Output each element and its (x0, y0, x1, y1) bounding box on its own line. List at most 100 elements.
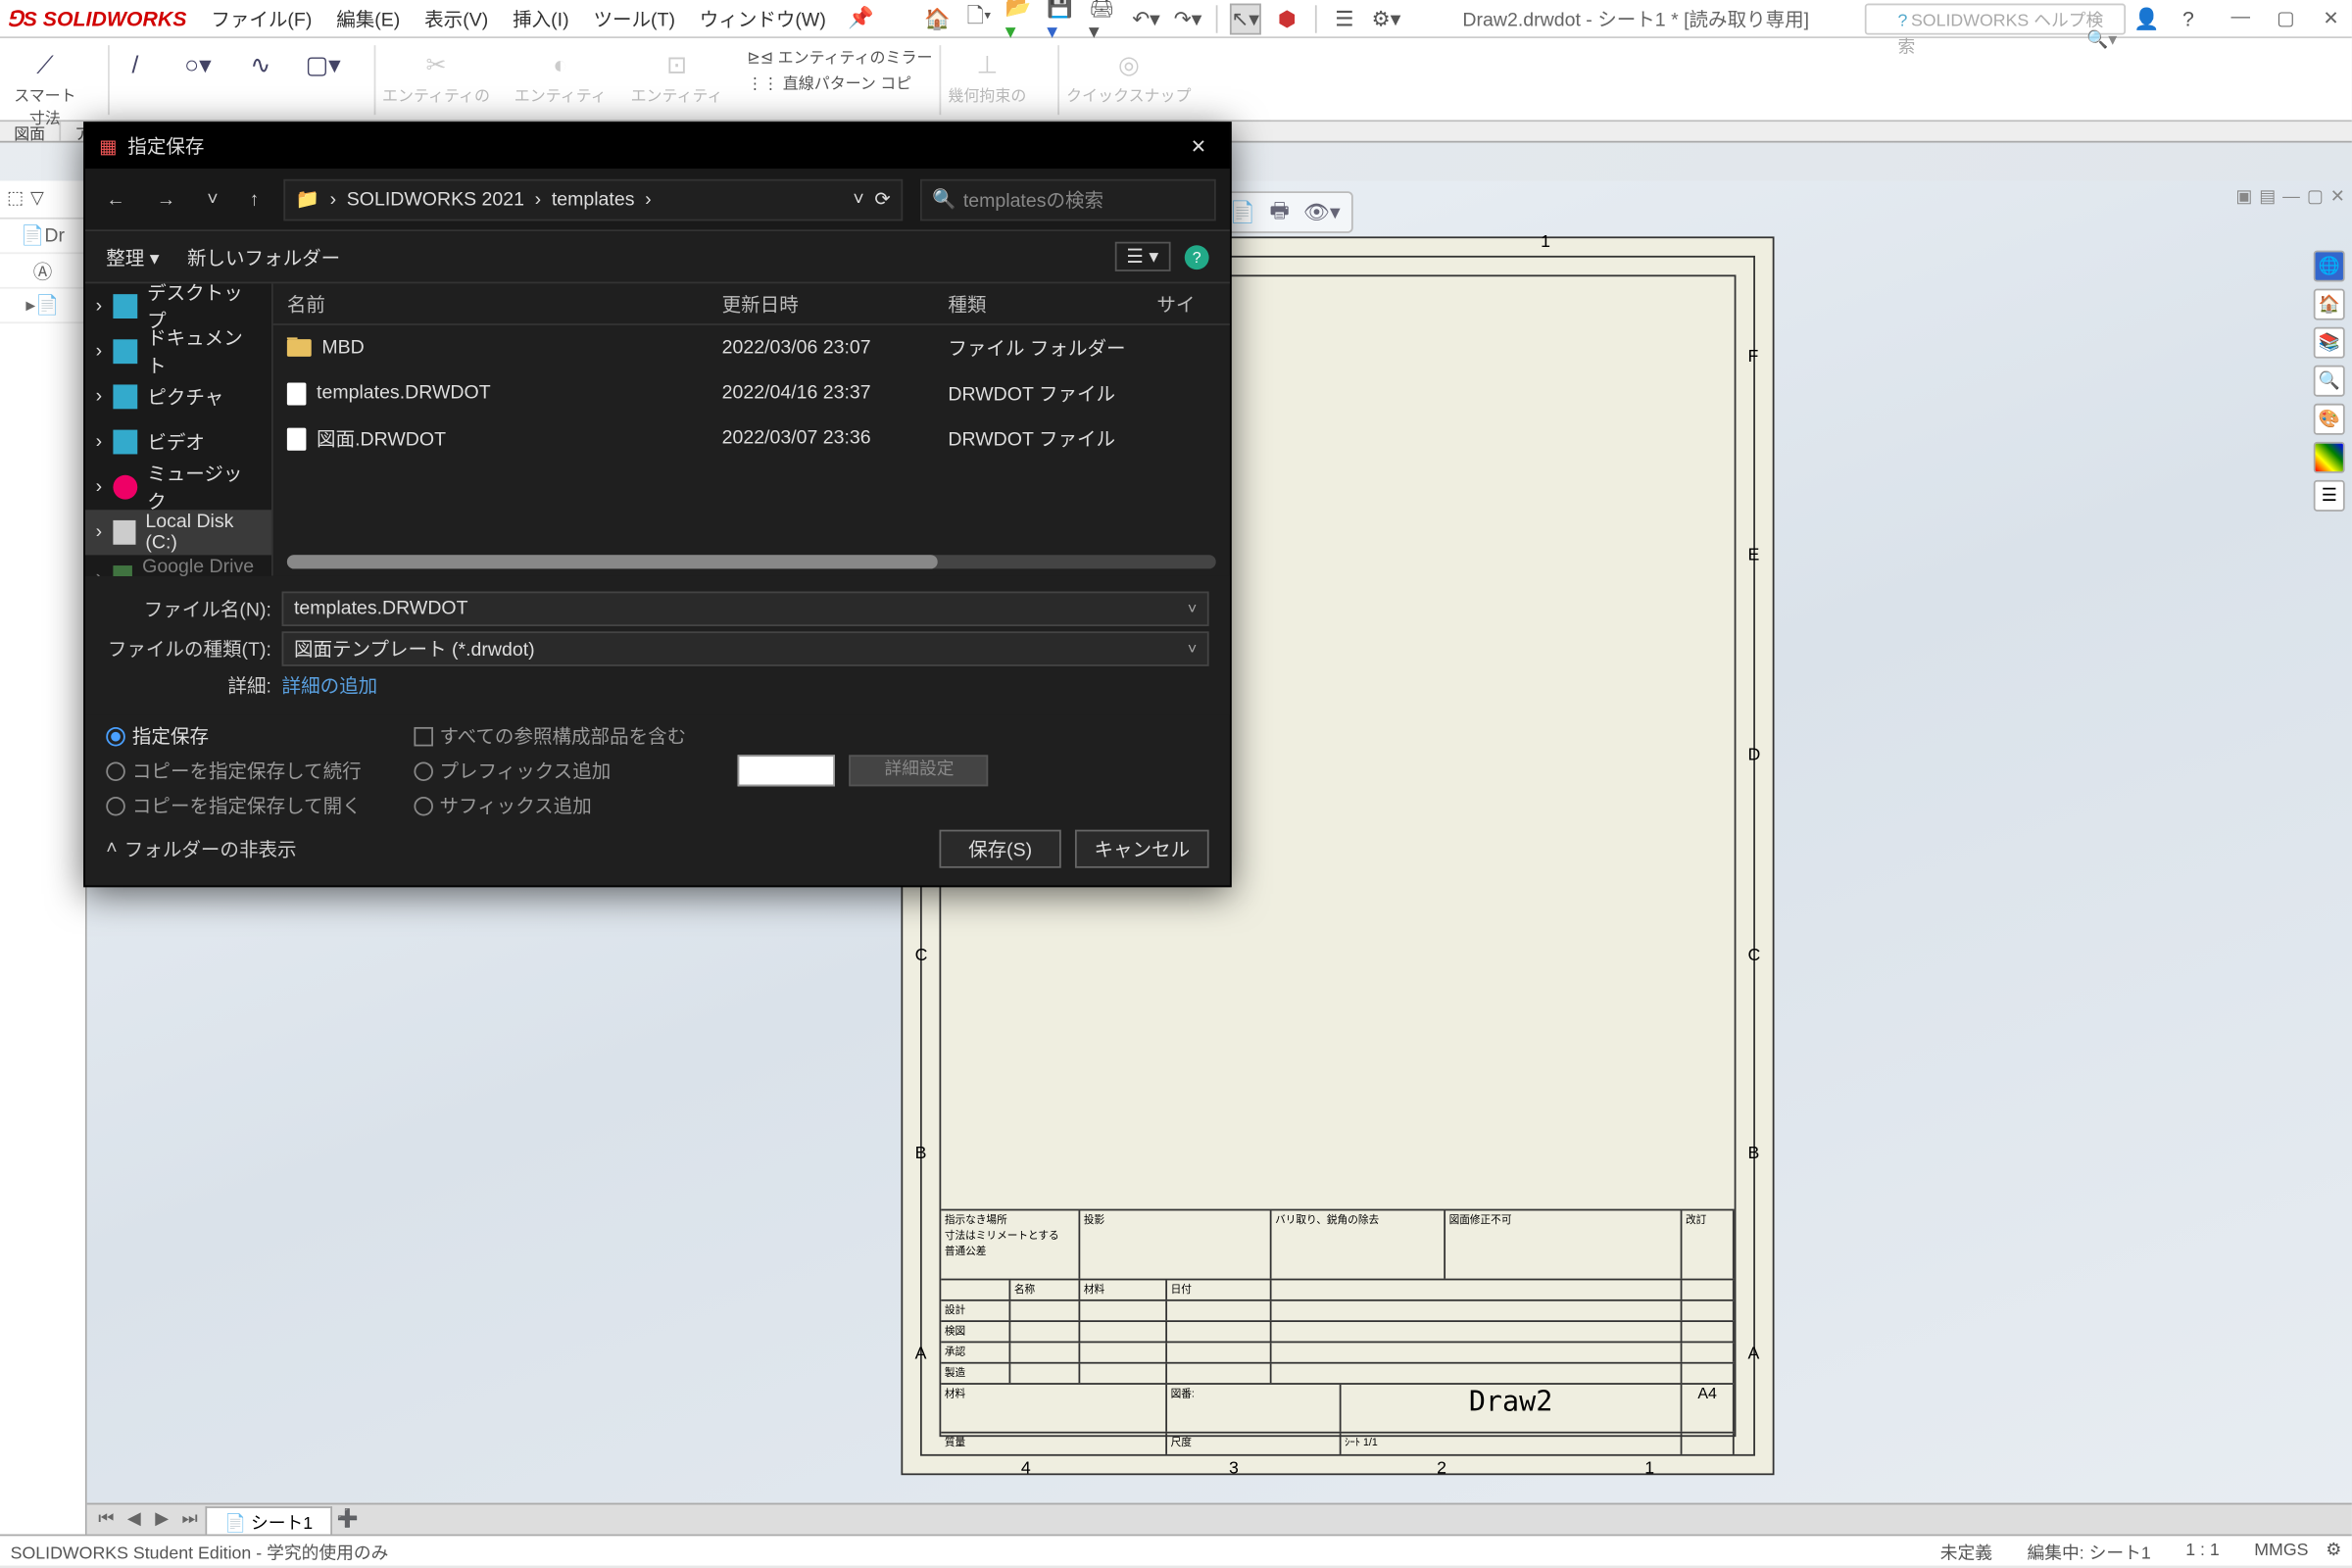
opt-include-refs[interactable]: すべての参照構成部品を含む (414, 722, 686, 750)
nav-up-icon[interactable]: ↑ (243, 185, 267, 213)
save-icon[interactable]: 💾▾ (1047, 3, 1078, 34)
tree-item-desktop[interactable]: ›デスクトップ (85, 283, 271, 328)
new-folder-button[interactable]: 新しいフォルダー (187, 243, 340, 270)
menu-tools[interactable]: ツール(T) (583, 1, 686, 36)
stop-icon[interactable]: ⬢ (1271, 3, 1302, 34)
print-icon[interactable]: 🖨▾ (1089, 3, 1120, 34)
sheet-last-icon[interactable]: ⏭ (177, 1510, 202, 1530)
sheet-tab-1[interactable]: 📄 シート1 (205, 1505, 331, 1533)
tree-item-videos[interactable]: ›ビデオ (85, 419, 271, 465)
task-views-icon[interactable]: 🎨 (2314, 404, 2345, 435)
tree-root-icon[interactable]: 📄 Dr (0, 220, 85, 255)
viewport-split-icon[interactable]: ▤ (2259, 188, 2276, 208)
tree-icon[interactable]: ⬚ (7, 189, 24, 209)
opt-saveas[interactable]: 指定保存 (106, 722, 361, 750)
col-name[interactable]: 名前 (273, 283, 709, 323)
sheet-prev-icon[interactable]: ◀ (122, 1510, 146, 1530)
ribbon-line[interactable]: / (116, 45, 154, 83)
ribbon-spline[interactable]: ∿ (241, 45, 279, 83)
breadcrumb[interactable]: 📁 › SOLIDWORKS 2021 › templates › ˅ ⟳ (283, 178, 903, 220)
maximize-button[interactable]: ▢ (2272, 7, 2299, 29)
dialog-help-icon[interactable]: ? (1185, 244, 1209, 269)
hud-sheet-icon[interactable]: 📄 (1230, 200, 1256, 224)
menu-edit[interactable]: 編集(E) (326, 1, 411, 36)
nav-history-icon[interactable]: ˅ (200, 185, 225, 213)
open-icon[interactable]: 📂▾ (1005, 3, 1037, 34)
organize-button[interactable]: 整理 ▾ (106, 243, 159, 270)
col-date[interactable]: 更新日時 (708, 283, 934, 323)
breadcrumb-dropdown-icon[interactable]: ˅ (853, 189, 863, 210)
dialog-search[interactable]: 🔍 templatesの検索 (920, 178, 1216, 220)
horizontal-scrollbar[interactable] (287, 555, 1216, 568)
sheet-first-icon[interactable]: ⏮ (94, 1510, 119, 1530)
options-icon[interactable]: ☰ (1329, 3, 1360, 34)
tree-item-music[interactable]: ›ミュージック (85, 465, 271, 510)
task-library-icon[interactable]: 📚 (2314, 327, 2345, 359)
ribbon-pattern[interactable]: ⋮⋮ 直線パターン コピ (747, 72, 932, 94)
pin-icon[interactable]: 📌 (845, 1, 876, 32)
menu-view[interactable]: 表示(V) (415, 1, 499, 36)
hud-print-icon[interactable]: 🖶 (1270, 194, 1290, 230)
save-button[interactable]: 保存(S) (940, 830, 1061, 868)
filename-input[interactable]: templates.DRWDOT˅ (282, 592, 1209, 627)
task-resources-icon[interactable]: 🌐 (2314, 251, 2345, 282)
tree-item-gdrive[interactable]: ›Google Drive (G:) (85, 555, 271, 575)
task-home-icon[interactable]: 🏠 (2314, 289, 2345, 320)
tree-item-documents[interactable]: ›ドキュメント (85, 328, 271, 373)
viewport-tile-icon[interactable]: ▣ (2235, 188, 2252, 208)
task-appearance-icon[interactable] (2314, 442, 2345, 473)
opt-savecopy-open[interactable]: コピーを指定保存して開く (106, 792, 361, 819)
viewport-max-icon[interactable]: ▢ (2307, 188, 2324, 208)
ribbon-trim-entities[interactable]: ✂エンティティの (382, 45, 490, 106)
redo-icon[interactable]: ↷▾ (1172, 3, 1203, 34)
view-mode-button[interactable]: ☰ ▾ (1114, 242, 1171, 271)
help-search[interactable]: ?SOLIDWORKS ヘルプ検索 🔍▾ (1865, 3, 2126, 34)
dialog-close-icon[interactable]: ✕ (1181, 135, 1216, 158)
task-explorer-icon[interactable]: 🔍 (2314, 366, 2345, 397)
status-units[interactable]: MMGS (2254, 1542, 2308, 1561)
close-button[interactable]: ✕ (2317, 7, 2344, 29)
tab-drawing[interactable]: 図面 (0, 122, 61, 141)
help-icon[interactable]: ? (2173, 3, 2204, 34)
new-icon[interactable]: 🗋▾ (963, 3, 995, 34)
col-size[interactable]: サイ (1143, 283, 1230, 323)
menu-file[interactable]: ファイル(F) (201, 1, 322, 36)
user-icon[interactable]: 👤 (2131, 3, 2162, 34)
viewport-close-icon[interactable]: ✕ (2330, 188, 2345, 208)
ribbon-circle[interactable]: ○▾ (178, 45, 217, 83)
settings-icon[interactable]: ⚙▾ (1370, 3, 1401, 34)
ribbon-smart-dimension[interactable]: ⟋スマート 寸法 (14, 45, 75, 128)
list-row[interactable]: 図面.DRWDOT 2022/03/07 23:36 DRWDOT ファイル (273, 416, 1230, 461)
ribbon-rect[interactable]: ▢▾ (304, 45, 342, 83)
breadcrumb-segment[interactable]: templates (552, 189, 635, 210)
list-row[interactable]: MBD 2022/03/06 23:07 ファイル フォルダー (273, 325, 1230, 370)
select-icon[interactable]: ↖▾ (1230, 3, 1261, 34)
hud-eye-icon[interactable]: 👁▾ (1303, 200, 1341, 224)
filetype-select[interactable]: 図面テンプレート (*.drwdot)˅ (282, 631, 1209, 666)
minimize-button[interactable]: — (2227, 7, 2254, 29)
tree-sheet-icon[interactable]: ▸📄 (0, 289, 85, 324)
menu-window[interactable]: ウィンドウ(W) (689, 1, 836, 36)
list-row[interactable]: templates.DRWDOT 2022/04/16 23:37 DRWDOT… (273, 370, 1230, 416)
filter-icon[interactable]: ▽ (30, 189, 44, 209)
task-props-icon[interactable]: ☰ (2314, 480, 2345, 512)
viewport-min-icon[interactable]: — (2282, 188, 2300, 208)
sheet-add-icon[interactable]: ➕ (335, 1510, 360, 1530)
undo-icon[interactable]: ↶▾ (1131, 3, 1162, 34)
menu-insert[interactable]: 挿入(I) (502, 1, 579, 36)
status-extra-icon[interactable]: ⚙ (2326, 1542, 2341, 1561)
tree-item-localdisk[interactable]: ›Local Disk (C:) (85, 510, 271, 555)
opt-savecopy-continue[interactable]: コピーを指定保存して続行 (106, 757, 361, 784)
add-detail-link[interactable]: 詳細の追加 (282, 671, 378, 699)
col-type[interactable]: 種類 (934, 283, 1143, 323)
sheet-next-icon[interactable]: ▶ (150, 1510, 174, 1530)
home-icon[interactable]: 🏠 (922, 3, 954, 34)
ribbon-mirror[interactable]: ⊵⊴ エンティティのミラー (747, 45, 932, 68)
nav-forward-icon[interactable]: → (150, 185, 183, 213)
breadcrumb-refresh-icon[interactable]: ⟳ (874, 188, 890, 211)
nav-back-icon[interactable]: ← (99, 185, 132, 213)
tree-annotation-icon[interactable]: Ⓐ (0, 254, 85, 289)
hide-folders-toggle[interactable]: ˄ フォルダーの非表示 (106, 835, 296, 862)
cancel-button[interactable]: キャンセル (1075, 830, 1209, 868)
breadcrumb-segment[interactable]: SOLIDWORKS 2021 (347, 189, 524, 210)
